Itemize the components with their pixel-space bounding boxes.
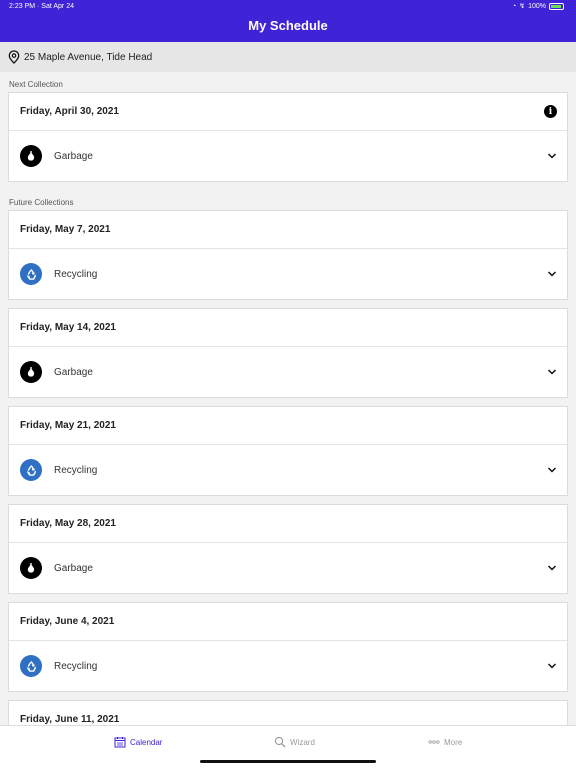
- collection-type-label: Recycling: [54, 268, 98, 280]
- collection-card: Friday, May 14, 2021 Garbage: [8, 308, 568, 398]
- collection-date-header: Friday, May 21, 2021: [9, 407, 567, 445]
- app-header: 2:23 PM · Sat Apr 24 ◔ ↯ 100% My Schedul…: [0, 0, 576, 42]
- collection-date: Friday, April 30, 2021: [20, 106, 119, 117]
- tab-calendar-label: Calendar: [130, 737, 163, 747]
- collection-card: Friday, June 4, 2021 Recycling: [8, 602, 568, 692]
- page-title: My Schedule: [248, 18, 328, 33]
- collection-date: Friday, May 7, 2021: [20, 224, 111, 235]
- recycling-icon: [20, 655, 42, 677]
- status-icons: ◔ ↯ 100%: [512, 2, 564, 10]
- collection-type-row[interactable]: Recycling: [9, 249, 567, 299]
- address-bar[interactable]: 25 Maple Avenue, Tide Head: [0, 42, 576, 72]
- collection-card: Friday, May 7, 2021 Recycling: [8, 210, 568, 300]
- tab-more[interactable]: More: [428, 736, 462, 748]
- collection-type-row[interactable]: Recycling: [9, 641, 567, 691]
- collection-card: Friday, May 21, 2021 Recycling: [8, 406, 568, 496]
- collection-type-row[interactable]: Recycling: [9, 445, 567, 495]
- garbage-bag-icon: [20, 361, 42, 383]
- status-bar: 2:23 PM · Sat Apr 24 ◔ ↯ 100%: [0, 0, 576, 14]
- battery-percent: 100%: [528, 2, 546, 10]
- collection-type-label: Recycling: [54, 660, 98, 672]
- collection-date-header: Friday, June 4, 2021: [9, 603, 567, 641]
- chevron-down-icon[interactable]: [547, 657, 557, 675]
- section-label: Future Collections: [9, 198, 74, 207]
- collection-date-header: Friday, June 11, 2021: [9, 701, 567, 725]
- search-magnifier-icon: [274, 736, 286, 748]
- location-pin-icon: [8, 50, 20, 64]
- collection-card: Friday, May 28, 2021 Garbage: [8, 504, 568, 594]
- collection-date: Friday, June 4, 2021: [20, 616, 115, 627]
- collection-date: Friday, June 11, 2021: [20, 714, 120, 725]
- schedule-list[interactable]: Next Collection Friday, April 30, 2021 i Ga…: [0, 72, 576, 725]
- collection-date: Friday, May 21, 2021: [20, 420, 116, 431]
- info-icon[interactable]: i: [544, 105, 557, 118]
- chevron-down-icon[interactable]: [547, 147, 557, 165]
- section-label: Next Collection: [9, 80, 63, 89]
- chevron-down-icon[interactable]: [547, 363, 557, 381]
- tab-calendar[interactable]: Calendar: [114, 736, 162, 748]
- collection-date-header: Friday, May 14, 2021: [9, 309, 567, 347]
- tab-more-label: More: [444, 737, 463, 747]
- more-dots-icon: [428, 740, 440, 744]
- home-indicator: [200, 760, 376, 763]
- collection-date-header: Friday, May 7, 2021: [9, 211, 567, 249]
- collection-type-label: Garbage: [54, 366, 93, 378]
- collection-date-header: Friday, May 28, 2021: [9, 505, 567, 543]
- collection-type-label: Garbage: [54, 562, 93, 574]
- wifi-icon: ◔: [511, 2, 517, 10]
- collection-type-label: Garbage: [54, 150, 93, 162]
- chevron-down-icon[interactable]: [547, 265, 557, 283]
- collection-card: Friday, June 11, 2021: [8, 700, 568, 725]
- collection-type-row[interactable]: Garbage: [9, 543, 567, 593]
- tab-wizard[interactable]: Wizard: [274, 736, 315, 748]
- charging-icon: ↯: [519, 3, 526, 10]
- recycling-icon: [20, 459, 42, 481]
- collection-date-header: Friday, April 30, 2021 i: [9, 93, 567, 131]
- recycling-icon: [20, 263, 42, 285]
- garbage-bag-icon: [20, 145, 42, 167]
- chevron-down-icon[interactable]: [547, 461, 557, 479]
- address-text: 25 Maple Avenue, Tide Head: [24, 51, 153, 63]
- tab-wizard-label: Wizard: [290, 737, 315, 747]
- garbage-bag-icon: [20, 557, 42, 579]
- collection-date: Friday, May 14, 2021: [20, 322, 116, 333]
- chevron-down-icon[interactable]: [547, 559, 557, 577]
- collection-type-row[interactable]: Garbage: [9, 131, 567, 181]
- collection-type-label: Recycling: [54, 464, 98, 476]
- battery-icon: [549, 2, 564, 10]
- collection-date: Friday, May 28, 2021: [20, 518, 116, 529]
- status-time-date: 2:23 PM · Sat Apr 24: [9, 3, 74, 10]
- collection-type-row[interactable]: Garbage: [9, 347, 567, 397]
- calendar-icon: [114, 737, 126, 748]
- collection-card: Friday, April 30, 2021 i Garbage: [8, 92, 568, 182]
